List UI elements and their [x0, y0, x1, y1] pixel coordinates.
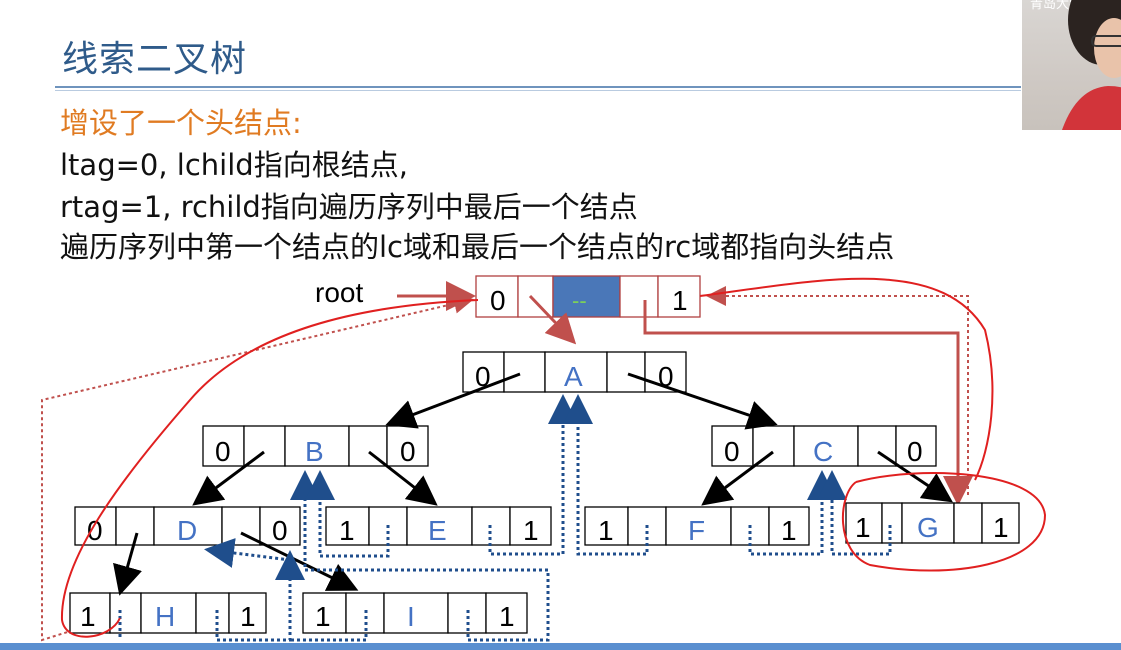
- node-F-ltag: 1: [598, 515, 614, 546]
- node-D-rtag: 0: [272, 515, 288, 546]
- node-B: 0 B 0: [202, 425, 429, 467]
- node-D-data: D: [177, 515, 197, 546]
- node-B-ltag: 0: [215, 436, 231, 467]
- h-lc-thread-to-head: [41, 293, 474, 642]
- node-D: 0 D 0: [74, 506, 301, 546]
- node-C-rtag: 0: [907, 436, 923, 467]
- node-F-data: F: [688, 515, 705, 546]
- node-E-ltag: 1: [339, 515, 355, 546]
- node-G-data: G: [917, 512, 939, 543]
- node-E-data: E: [428, 515, 447, 546]
- node-E: 1 E 1: [325, 506, 552, 546]
- node-I-ltag: 1: [315, 601, 331, 632]
- node-D-ltag: 0: [87, 515, 103, 546]
- head-node: 0 -- 1: [475, 275, 701, 318]
- head-rtag: 1: [672, 285, 688, 316]
- node-I-data: I: [407, 601, 415, 632]
- node-H-data: H: [155, 601, 175, 632]
- node-C-data: C: [813, 436, 833, 467]
- child-pointers: [113, 372, 953, 596]
- node-G-ltag: 1: [855, 512, 871, 543]
- node-B-data: B: [305, 436, 324, 467]
- head-rchild-arrow: [643, 300, 973, 506]
- root-label: root: [315, 277, 363, 308]
- head-data: --: [572, 288, 587, 313]
- node-B-rtag: 0: [400, 436, 416, 467]
- node-G: 1 G 1: [845, 502, 1020, 544]
- node-A-data: A: [564, 361, 583, 392]
- slide: 线索二叉树 增设了一个头结点: ltag=0, lchild指向根结点, rta…: [0, 0, 1121, 650]
- head-ltag: 0: [490, 285, 506, 316]
- node-C: 0 C 0: [711, 425, 937, 467]
- node-F-rtag: 1: [781, 515, 797, 546]
- bottom-status-strip: [0, 643, 1121, 650]
- node-C-ltag: 0: [724, 436, 740, 467]
- node-F: 1 F 1: [584, 506, 810, 546]
- node-H: 1 H 1: [69, 592, 267, 634]
- node-H-rtag: 1: [240, 601, 256, 632]
- node-G-rtag: 1: [993, 512, 1009, 543]
- threaded-binary-tree-diagram: root 0 -- 1 0 A 0 0 B 0 0 C 0 0 D 0 1 E …: [41, 275, 1047, 642]
- node-I: 1 I 1: [302, 592, 528, 634]
- node-E-rtag: 1: [523, 515, 539, 546]
- node-H-ltag: 1: [80, 601, 96, 632]
- node-A: 0 A 0: [462, 351, 687, 393]
- node-I-rtag: 1: [499, 601, 515, 632]
